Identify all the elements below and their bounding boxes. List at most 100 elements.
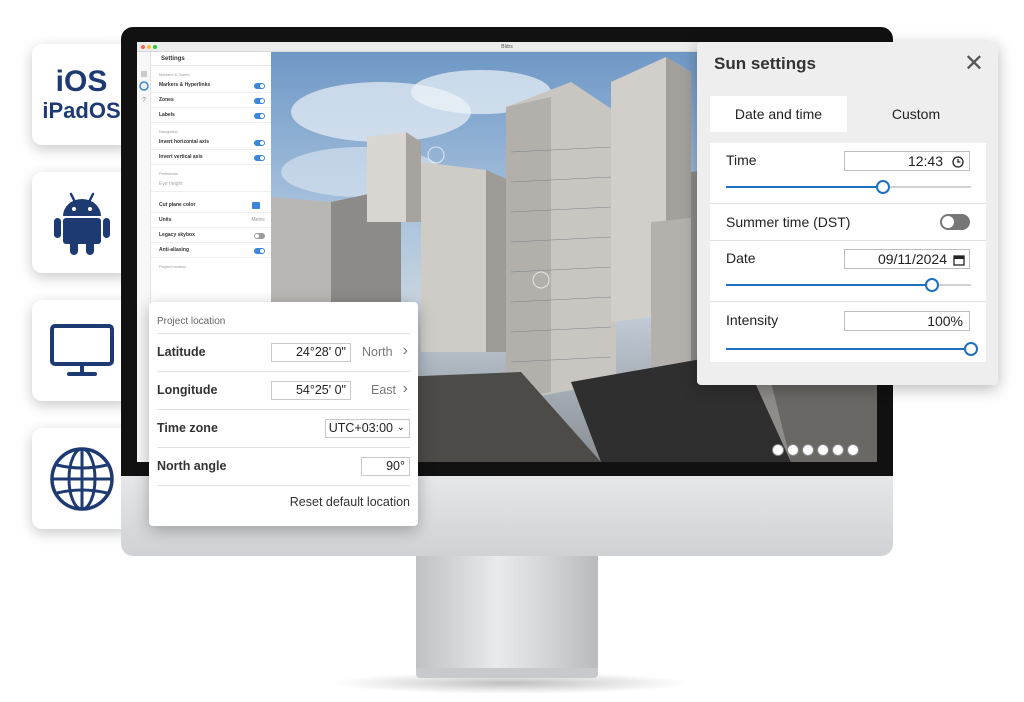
setting-markers-hyperlinks[interactable]: Markers & Hyperlinks (151, 78, 271, 93)
help-icon[interactable]: ? (142, 97, 146, 104)
ipados-label: iPadOS (42, 97, 121, 123)
minimize-dot[interactable] (147, 45, 151, 49)
section-navigation: Navigation (159, 129, 178, 134)
longitude-direction[interactable]: East (371, 383, 396, 397)
north-angle-row: North angle 90° (157, 447, 410, 485)
dst-toggle[interactable] (940, 214, 970, 230)
menu-icon[interactable] (141, 71, 147, 77)
tab-date-and-time[interactable]: Date and time (710, 96, 847, 132)
setting-invert-horizontal[interactable]: Invert horizontal axis (151, 135, 271, 150)
section-markers: Markers & Zones (159, 72, 190, 77)
sun-settings-icon[interactable] (787, 444, 799, 456)
units-value: Metric (251, 217, 265, 223)
intensity-input[interactable]: 100% (844, 311, 970, 331)
setting-invert-vertical[interactable]: Invert vertical axis (151, 150, 271, 165)
measure-icon[interactable] (817, 444, 829, 456)
zoom-fit-icon[interactable] (847, 444, 859, 456)
north-angle-input[interactable]: 90° (361, 457, 410, 476)
setting-label: Invert horizontal axis (159, 139, 210, 145)
screenshot-icon[interactable] (832, 444, 844, 456)
setting-label: Zones (159, 97, 174, 103)
pedestrian-mode-icon[interactable] (772, 444, 784, 456)
latitude-direction[interactable]: North (362, 345, 393, 359)
invert-horizontal-toggle[interactable] (254, 140, 265, 146)
close-icon[interactable]: ✕ (964, 50, 984, 78)
ios-label: iOS (55, 64, 108, 98)
setting-label: Markers & Hyperlinks (159, 82, 211, 88)
time-slider-knob[interactable] (875, 180, 890, 194)
sun-settings-body: Time 12:43 Summer time (DST) Date 09/11/… (710, 143, 986, 362)
date-slider-knob[interactable] (924, 278, 939, 292)
clock-icon[interactable] (952, 156, 964, 168)
setting-anti-aliasing[interactable]: Anti-aliasing (151, 243, 271, 258)
calendar-icon[interactable] (953, 254, 965, 266)
globe-icon (49, 446, 114, 511)
web-tile (32, 428, 131, 529)
intensity-slider[interactable] (726, 342, 978, 356)
setting-legacy-skybox[interactable]: Legacy skybox (151, 228, 271, 243)
settings-gear-icon[interactable] (139, 81, 149, 91)
setting-label: Cut plane color (159, 202, 196, 208)
setting-label: Eye height (159, 181, 183, 187)
time-slider-fill (726, 186, 883, 188)
intensity-slider-knob[interactable] (964, 342, 978, 356)
longitude-input[interactable]: 54°25' 0" (271, 381, 351, 400)
timezone-row: Time zone UTC+03:00 ⌄ (157, 409, 410, 447)
sun-settings-title: Sun settings (714, 54, 817, 73)
setting-units[interactable]: Units Metric (151, 213, 271, 228)
viewport-toolbar (772, 444, 859, 456)
date-slider-fill (726, 284, 932, 286)
latitude-input[interactable]: 24°28' 0" (271, 343, 351, 362)
anti-aliasing-toggle[interactable] (254, 248, 265, 254)
zones-toggle[interactable] (254, 98, 265, 104)
markers-toggle[interactable] (254, 83, 265, 89)
setting-label: Units (159, 217, 172, 223)
north-angle-label: North angle (157, 459, 227, 473)
setting-label: Anti-aliasing (159, 247, 190, 253)
date-input[interactable]: 09/11/2024 (844, 249, 970, 269)
longitude-row: Longitude 54°25' 0" East › (157, 371, 410, 409)
date-row: Date 09/11/2024 (710, 241, 986, 302)
time-value: 12:43 (907, 153, 943, 169)
setting-label: Labels (159, 112, 175, 118)
time-label: Time (726, 152, 757, 168)
divider (157, 485, 410, 486)
layers-icon[interactable] (802, 444, 814, 456)
project-location-heading: Project location (157, 316, 226, 327)
reset-default-location-button[interactable]: Reset default location (290, 495, 410, 509)
timezone-label: Time zone (157, 421, 218, 435)
tab-custom[interactable]: Custom (847, 96, 985, 132)
intensity-slider-fill (726, 348, 971, 350)
zoom-dot[interactable] (153, 45, 157, 49)
date-label: Date (726, 250, 756, 266)
latitude-label: Latitude (157, 345, 206, 359)
monitor-stand-base (416, 668, 598, 678)
chevron-down-icon[interactable]: ⌄ (397, 422, 405, 433)
window-title: Bldrs (501, 44, 513, 50)
monitor-stand (416, 556, 598, 674)
setting-label: Invert vertical axis (159, 154, 203, 160)
close-dot[interactable] (141, 45, 145, 49)
date-value: 09/11/2024 (877, 251, 947, 267)
android-robot-icon (53, 192, 110, 255)
latitude-row: Latitude 24°28' 0" North › (157, 333, 410, 371)
setting-eye-height[interactable]: Eye height (151, 177, 271, 192)
dst-row: Summer time (DST) (710, 204, 986, 241)
cut-plane-color-swatch[interactable] (252, 202, 260, 209)
date-slider[interactable] (726, 278, 971, 292)
legacy-skybox-toggle[interactable] (254, 233, 265, 239)
chevron-right-icon[interactable]: › (403, 380, 408, 398)
labels-toggle[interactable] (254, 113, 265, 119)
ios-ipados-tile: iOS iPadOS (32, 44, 131, 145)
setting-zones[interactable]: Zones (151, 93, 271, 108)
monitor-icon (49, 323, 114, 376)
chevron-right-icon[interactable]: › (403, 342, 408, 360)
time-slider[interactable] (726, 180, 971, 194)
setting-cut-plane-color[interactable]: Cut plane color (151, 198, 271, 213)
invert-vertical-toggle[interactable] (254, 155, 265, 161)
intensity-row: Intensity 100% (710, 302, 986, 362)
project-location-panel: Project location Latitude 24°28' 0" Nort… (149, 302, 418, 526)
intensity-value: 100% (927, 313, 963, 329)
setting-label: Legacy skybox (159, 232, 195, 238)
setting-labels[interactable]: Labels (151, 108, 271, 123)
